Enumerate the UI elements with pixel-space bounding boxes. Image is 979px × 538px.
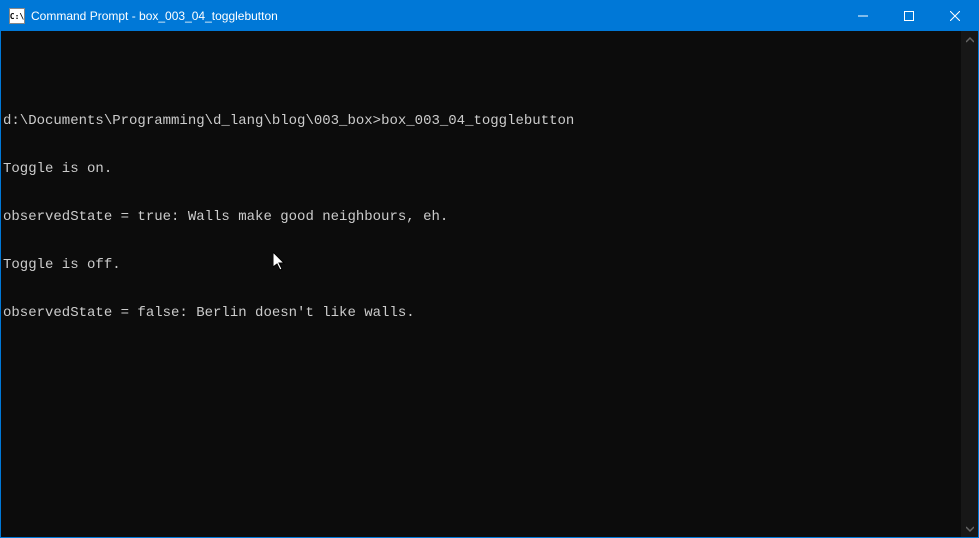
terminal-output[interactable]: d:\Documents\Programming\d_lang\blog\003… bbox=[1, 31, 961, 537]
titlebar[interactable]: C:\ Command Prompt - box_003_04_togglebu… bbox=[1, 1, 978, 31]
scrollbar-down-button[interactable] bbox=[961, 520, 978, 537]
close-button[interactable] bbox=[932, 1, 978, 31]
window-controls bbox=[840, 1, 978, 31]
maximize-button[interactable] bbox=[886, 1, 932, 31]
command-prompt-window: C:\ Command Prompt - box_003_04_togglebu… bbox=[0, 0, 979, 538]
terminal-line: Toggle is on. bbox=[3, 161, 961, 177]
chevron-down-icon bbox=[966, 525, 974, 533]
terminal-line: Toggle is off. bbox=[3, 257, 961, 273]
terminal-line: observedState = true: Walls make good ne… bbox=[3, 209, 961, 225]
terminal-line: d:\Documents\Programming\d_lang\blog\003… bbox=[3, 113, 961, 129]
command: box_003_04_togglebutton bbox=[381, 113, 574, 129]
minimize-icon bbox=[858, 11, 868, 21]
window-title: Command Prompt - box_003_04_togglebutton bbox=[31, 9, 840, 23]
prompt: d:\Documents\Programming\d_lang\blog\003… bbox=[3, 113, 381, 129]
client-area: d:\Documents\Programming\d_lang\blog\003… bbox=[1, 31, 978, 537]
terminal-line bbox=[3, 65, 961, 81]
maximize-icon bbox=[904, 11, 914, 21]
scrollbar-track[interactable] bbox=[961, 48, 978, 520]
app-icon: C:\ bbox=[9, 8, 25, 24]
close-icon bbox=[950, 11, 960, 21]
chevron-up-icon bbox=[966, 36, 974, 44]
minimize-button[interactable] bbox=[840, 1, 886, 31]
terminal-line: observedState = false: Berlin doesn't li… bbox=[3, 305, 961, 321]
app-icon-label: C:\ bbox=[10, 12, 24, 21]
vertical-scrollbar[interactable] bbox=[961, 31, 978, 537]
scrollbar-up-button[interactable] bbox=[961, 31, 978, 48]
